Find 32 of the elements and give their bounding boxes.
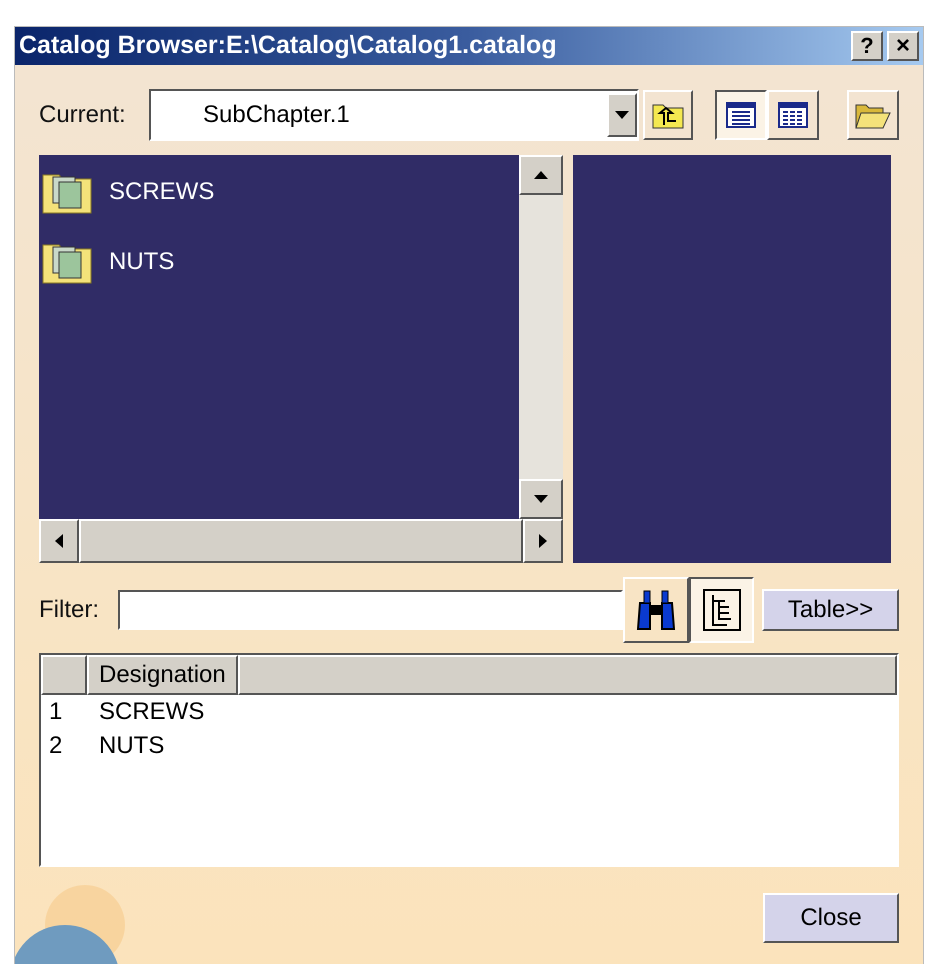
filter-field[interactable]: [118, 590, 624, 630]
scroll-right-icon[interactable]: [523, 519, 563, 563]
scroll-thumb[interactable]: [79, 519, 523, 563]
table-cell-text: NUTS: [99, 731, 164, 761]
row-number: 1: [48, 697, 64, 727]
dialog-close-button[interactable]: Close: [763, 893, 899, 943]
table-button[interactable]: Table>>: [762, 589, 899, 631]
tree-icon: [702, 589, 741, 631]
horizontal-scrollbar[interactable]: [39, 519, 563, 563]
scroll-up-icon[interactable]: [519, 155, 563, 195]
current-dropdown[interactable]: SubChapter.1: [149, 89, 639, 141]
scroll-left-icon[interactable]: [39, 519, 79, 563]
catalog-item[interactable]: NUTS: [39, 239, 519, 285]
vertical-scrollbar[interactable]: [519, 155, 563, 519]
column-header[interactable]: Designation: [87, 655, 238, 695]
view-mode-button[interactable]: [715, 90, 767, 140]
filter-label: Filter:: [39, 595, 100, 625]
current-label: Current:: [39, 100, 127, 130]
binoculars-icon: [636, 589, 676, 631]
row-number: 2: [48, 731, 64, 761]
open-folder-button[interactable]: [847, 90, 899, 140]
grid-view-icon: [778, 102, 808, 128]
scroll-down-icon[interactable]: [519, 479, 563, 519]
window-title: Catalog Browser:E:\Catalog\Catalog1.catalog: [19, 30, 558, 62]
help-button[interactable]: ?: [851, 31, 883, 61]
tree-view-button[interactable]: [688, 577, 754, 643]
table-cell-text: SCREWS: [99, 697, 204, 727]
close-button[interactable]: ×: [887, 31, 919, 61]
catalog-item[interactable]: SCREWS: [39, 169, 519, 215]
search-button[interactable]: [623, 577, 689, 643]
list-view-icon: [726, 102, 756, 128]
parent-folder-button[interactable]: [643, 90, 693, 140]
